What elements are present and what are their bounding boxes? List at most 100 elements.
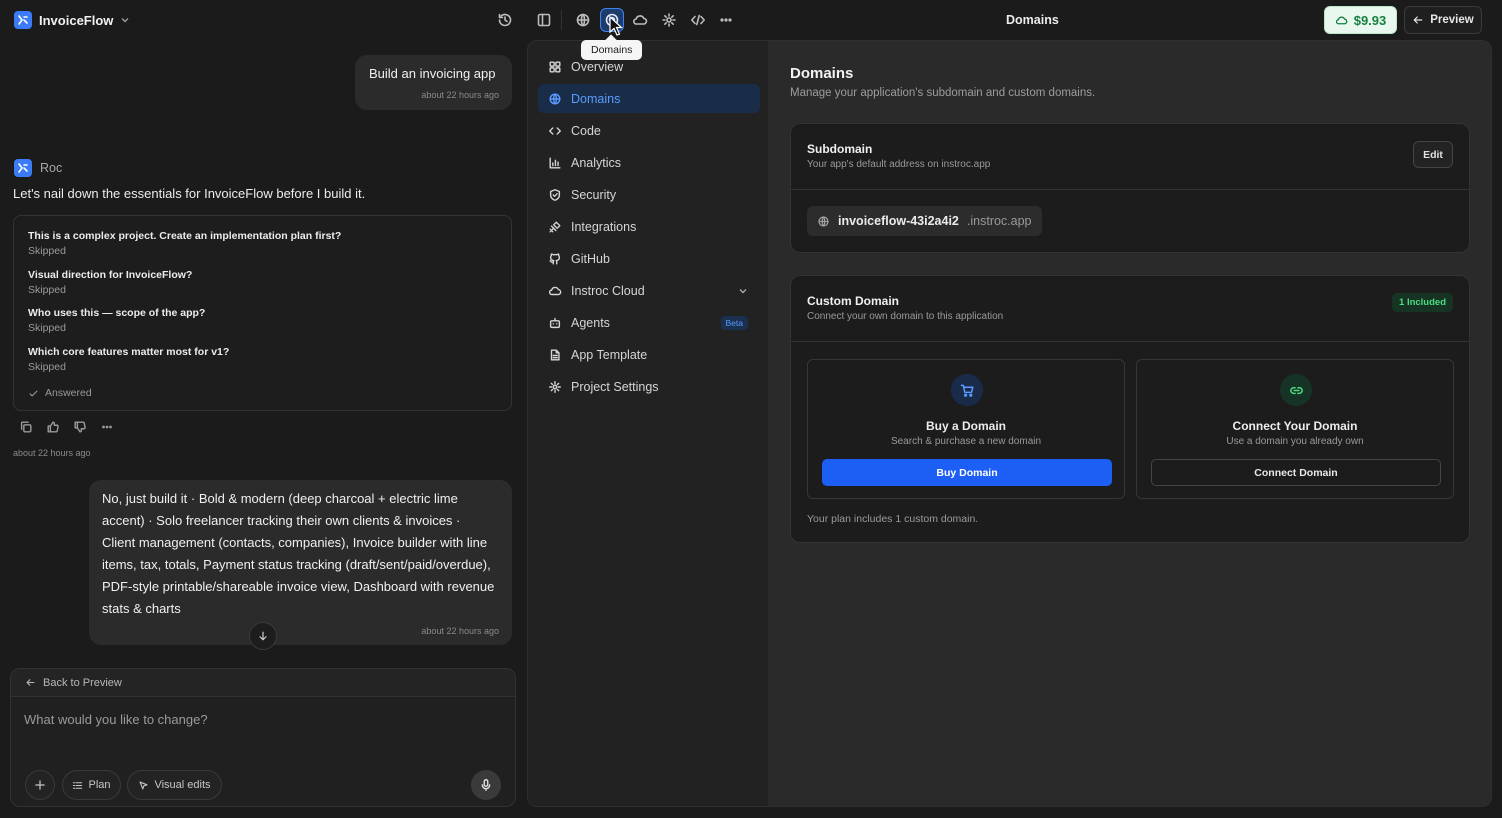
toggle-sidebar-button[interactable] <box>532 8 556 32</box>
nav-item-analytics[interactable]: Analytics <box>538 148 760 177</box>
cloud-icon <box>633 15 648 25</box>
nav-item-code[interactable]: Code <box>538 116 760 145</box>
app-name: InvoiceFlow <box>39 12 114 28</box>
nav-label: Overview <box>571 59 624 74</box>
subdomain-chip: invoiceflow-43i2a4i2 .instroc.app <box>807 206 1042 236</box>
subdomain-desc: Your app's default address on instroc.ap… <box>807 159 991 170</box>
message-timestamp: about 22 hours ago <box>421 90 499 100</box>
edit-subdomain-button[interactable]: Edit <box>1413 141 1453 168</box>
arrow-left-icon <box>1413 16 1423 24</box>
buy-domain-title: Buy a Domain <box>925 419 1006 433</box>
chat-input[interactable]: What would you like to change? <box>24 712 208 727</box>
code-icon <box>691 14 705 26</box>
card-divider <box>791 189 1469 190</box>
chevron-down-icon <box>739 289 747 294</box>
toolbar-divider <box>561 10 562 30</box>
nav-item-security[interactable]: Security <box>538 180 760 209</box>
code-button[interactable] <box>686 8 710 32</box>
buy-domain-desc: Search & purchase a new domain <box>890 436 1042 447</box>
arrow-left-icon <box>26 679 35 686</box>
gear-icon <box>549 380 561 393</box>
nav-item-github[interactable]: GitHub <box>538 244 760 273</box>
cloud-icon <box>1335 16 1348 24</box>
nav-label: GitHub <box>571 251 610 266</box>
message-actions <box>19 420 114 434</box>
domains-panel: Domains Manage your application's subdom… <box>768 40 1492 807</box>
more-button[interactable] <box>714 8 738 32</box>
microphone-icon <box>481 779 491 791</box>
question-text: Which core features matter most for v1? <box>28 346 230 358</box>
app-logo-icon <box>14 11 32 29</box>
sidebar-icon <box>537 13 551 27</box>
history-button[interactable] <box>493 8 517 32</box>
credits-badge[interactable]: $9.93 <box>1324 6 1397 34</box>
nav-item-project-settings[interactable]: Project Settings <box>538 372 760 401</box>
plan-label: Plan <box>88 779 111 791</box>
connect-domain-desc: Use a domain you already own <box>1226 436 1364 447</box>
copy-icon[interactable] <box>19 420 33 434</box>
back-label: Back to Preview <box>43 676 122 689</box>
question-status: Skipped <box>28 245 66 257</box>
custom-domain-card: Custom Domain Connect your own domain to… <box>790 275 1470 543</box>
globe-icon <box>549 92 561 105</box>
preview-label: Preview <box>1430 14 1474 26</box>
connect-domain-option: Connect Your Domain Use a domain you alr… <box>1136 359 1454 499</box>
agent-timestamp: about 22 hours ago <box>13 448 91 458</box>
page-title: Domains <box>1006 13 1059 27</box>
integrations-icon <box>549 220 561 233</box>
question-status: Skipped <box>28 322 66 334</box>
microphone-button[interactable] <box>471 770 501 800</box>
connect-domain-title: Connect Your Domain <box>1232 419 1358 433</box>
custom-domain-title: Custom Domain <box>807 294 900 308</box>
user-message-text: No, just build it · Bold & modern (deep … <box>102 491 495 616</box>
question-status: Skipped <box>28 284 66 296</box>
more-icon[interactable] <box>100 420 114 434</box>
settings-icon <box>662 13 676 27</box>
github-icon <box>549 252 561 265</box>
message-timestamp: about 22 hours ago <box>421 626 499 636</box>
nav-item-instroc-cloud[interactable]: Instroc Cloud <box>538 276 760 305</box>
pointer-icon <box>139 781 148 789</box>
nav-label: App Template <box>571 347 648 362</box>
nav-label: Analytics <box>571 155 622 170</box>
plan-button[interactable]: Plan <box>62 770 121 800</box>
globe-icon <box>576 13 590 27</box>
nav-item-app-template[interactable]: App Template <box>538 340 760 369</box>
globe-button[interactable] <box>571 8 595 32</box>
preview-button[interactable]: Preview <box>1404 6 1482 34</box>
thumbs-up-icon[interactable] <box>46 420 60 434</box>
code-icon <box>549 126 561 135</box>
settings-button[interactable] <box>657 8 681 32</box>
scroll-down-button[interactable] <box>249 622 277 650</box>
plan-footnote: Your plan includes 1 custom domain. <box>807 513 979 525</box>
cloud-button[interactable] <box>628 8 652 32</box>
credits-amount: $9.93 <box>1353 12 1387 28</box>
section-subtitle: Manage your application's subdomain and … <box>790 87 1096 99</box>
nav-item-integrations[interactable]: Integrations <box>538 212 760 241</box>
question-text: Who uses this — scope of the app? <box>28 307 206 319</box>
answered-label: Answered <box>45 387 92 399</box>
question-text: Visual direction for InvoiceFlow? <box>28 269 193 281</box>
beta-badge: Beta <box>720 315 748 330</box>
buy-domain-button[interactable]: Buy Domain <box>822 459 1112 486</box>
custom-domain-desc: Connect your own domain to this applicat… <box>807 311 1004 322</box>
nav-item-overview[interactable]: Overview <box>538 52 760 81</box>
more-icon <box>720 18 732 22</box>
user-message: Build an invoicing app about 22 hours ag… <box>355 55 512 110</box>
check-icon <box>29 390 38 396</box>
user-message-text: Build an invoicing app <box>369 66 496 81</box>
connect-domain-button[interactable]: Connect Domain <box>1151 459 1441 486</box>
thumbs-down-icon[interactable] <box>73 420 87 434</box>
visual-edits-button[interactable]: Visual edits <box>127 770 222 800</box>
nav-item-agents[interactable]: Agents Beta <box>538 308 760 337</box>
back-to-preview-link[interactable]: Back to Preview <box>11 669 515 697</box>
nav-item-domains[interactable]: Domains <box>538 84 760 113</box>
tooltip: Domains <box>581 40 643 60</box>
app-switcher[interactable]: InvoiceFlow <box>14 10 130 30</box>
visual-edits-label: Visual edits <box>154 779 211 791</box>
question-text: This is a complex project. Create an imp… <box>28 230 342 242</box>
questions-card: This is a complex project. Create an imp… <box>13 215 512 411</box>
add-button[interactable] <box>25 770 55 800</box>
globe-icon <box>818 215 829 227</box>
nav-label: Integrations <box>571 219 637 234</box>
